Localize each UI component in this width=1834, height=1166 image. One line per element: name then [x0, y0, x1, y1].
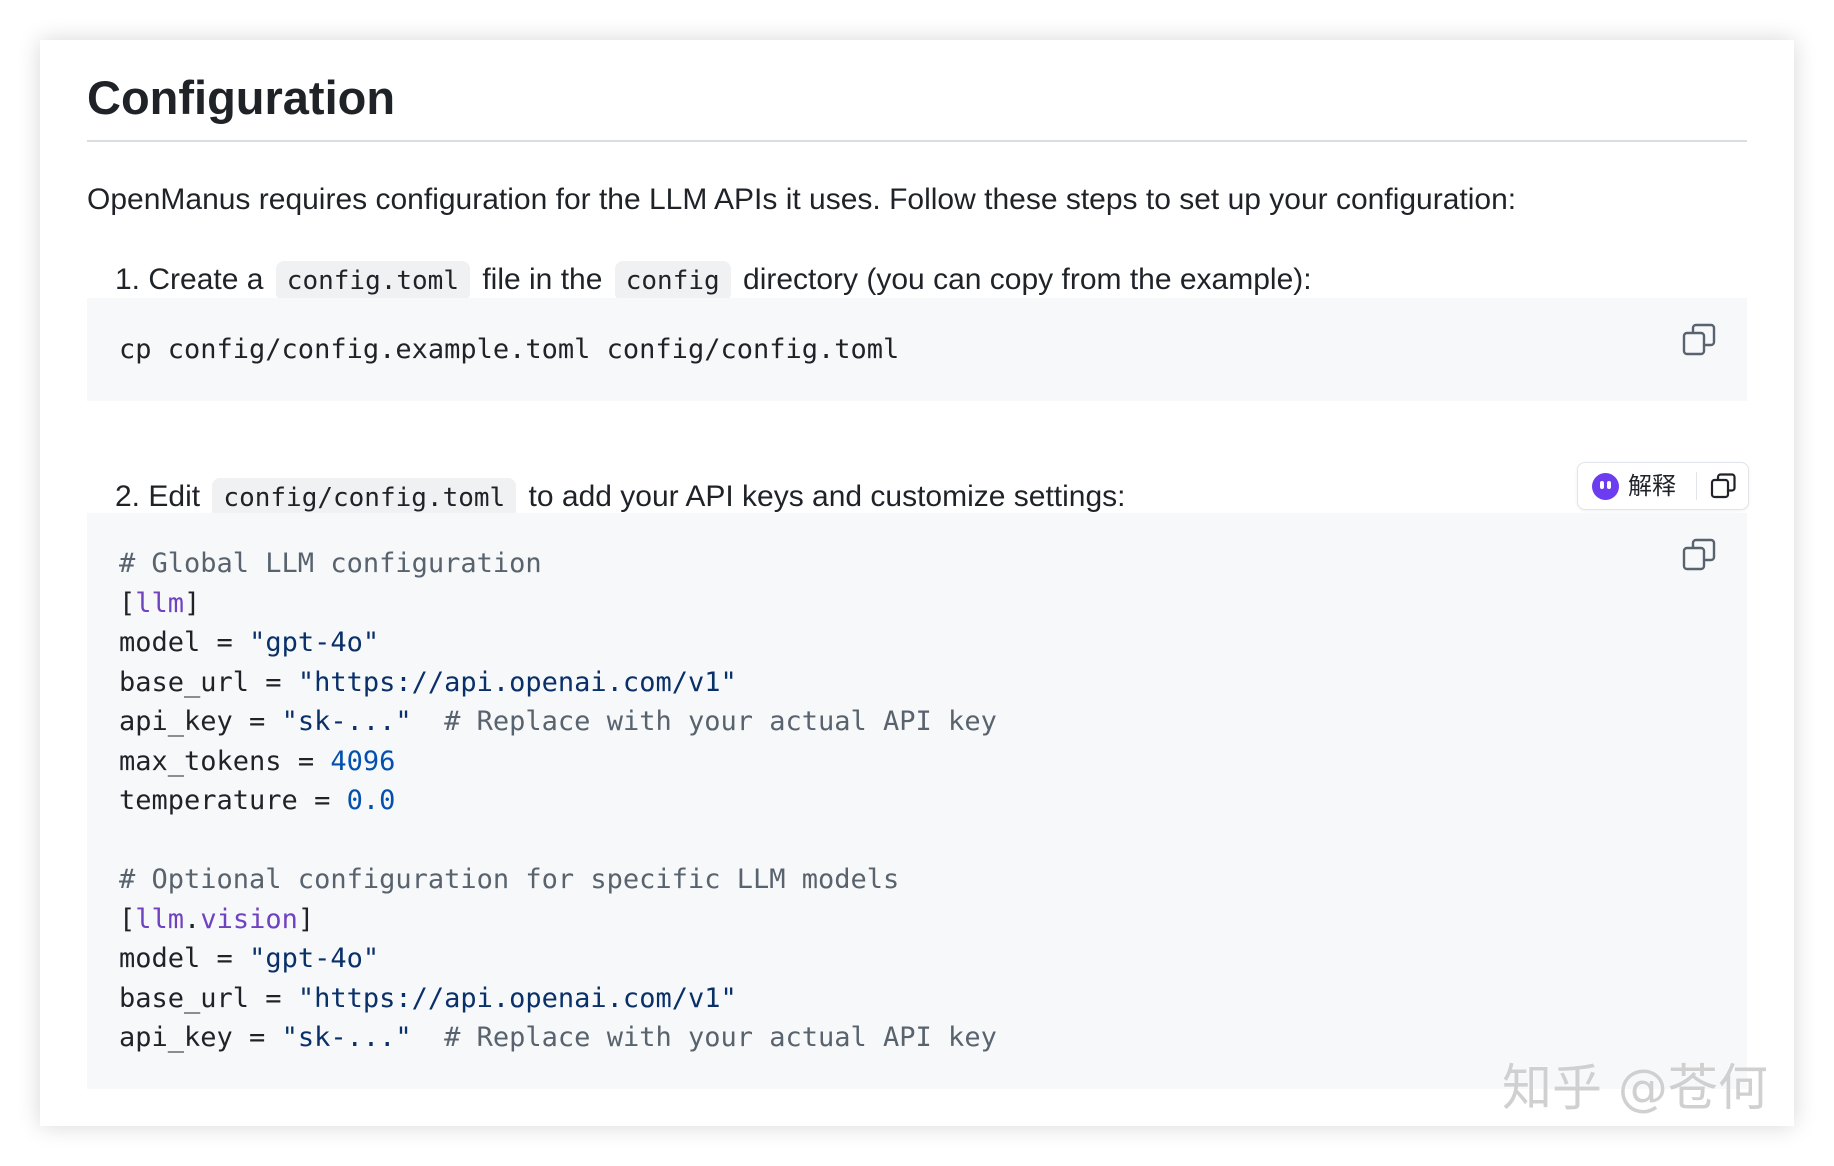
step-1-text-c: directory (you can copy from the example… — [743, 263, 1312, 296]
code-block-config-toml: # Global LLM configuration [llm] model =… — [87, 513, 1747, 1089]
step-2-text-a: Edit — [148, 480, 201, 513]
code-section-name: vision — [200, 903, 298, 935]
code-string: "https://api.openai.com/v1" — [297, 982, 737, 1014]
inline-code-config-path: config/config.toml — [212, 478, 517, 518]
code-key: model — [119, 627, 201, 658]
readme-card: Configuration OpenManus requires configu… — [40, 40, 1794, 1126]
code-string: "gpt-4o" — [249, 943, 380, 974]
code-comment: # Optional configuration for specific LL… — [119, 864, 900, 895]
heading-divider — [87, 140, 1747, 142]
code-section-name: llm — [135, 903, 185, 935]
explain-popup: 解释 — [1577, 462, 1749, 510]
code-line-cp-command: cp config/config.example.toml config/con… — [119, 334, 900, 365]
popup-divider — [1696, 472, 1697, 500]
step-1-text-b: file in the — [482, 263, 603, 296]
code-comment: # Replace with your actual API key — [444, 1022, 997, 1053]
step-2-number: 2. — [115, 480, 141, 513]
code-comment: # Replace with your actual API key — [444, 706, 997, 737]
watermark: 知乎 @苍何 — [1502, 1059, 1768, 1117]
code-string: "https://api.openai.com/v1" — [297, 666, 737, 698]
code-string: "gpt-4o" — [249, 627, 380, 658]
code-key: model — [119, 943, 201, 974]
inline-code-config-toml: config.toml — [275, 261, 470, 301]
copy-icon[interactable] — [1708, 471, 1738, 501]
inline-code-config-dir: config — [614, 261, 731, 301]
code-key: api_key — [119, 1022, 233, 1053]
code-block-copy-command: cp config/config.example.toml config/con… — [87, 298, 1747, 401]
step-1: 1. Create a config.toml file in the conf… — [115, 258, 1312, 303]
code-comment: # Global LLM configuration — [119, 548, 542, 579]
code-content: # Global LLM configuration [llm] model =… — [119, 548, 997, 1053]
copy-icon[interactable] — [1681, 537, 1717, 573]
code-key: base_url — [119, 982, 250, 1014]
code-number: 0.0 — [346, 785, 396, 816]
code-key: base_url — [119, 666, 250, 698]
intro-paragraph: OpenManus requires configuration for the… — [87, 183, 1517, 216]
code-string: "sk-..." — [281, 706, 412, 737]
code-section-name: llm — [135, 587, 185, 619]
code-key: api_key — [119, 706, 233, 737]
step-1-text-a: Create a — [148, 263, 264, 296]
explain-button[interactable]: 解释 — [1628, 472, 1676, 500]
section-heading: Configuration — [87, 71, 396, 124]
copy-icon[interactable] — [1681, 322, 1717, 358]
code-key: temperature — [119, 785, 298, 816]
step-1-number: 1. — [115, 263, 141, 296]
code-key: max_tokens — [119, 745, 282, 777]
assistant-logo-icon — [1592, 473, 1619, 500]
code-string: "sk-..." — [281, 1022, 412, 1053]
code-number: 4096 — [330, 745, 396, 777]
step-2-text-b: to add your API keys and customize setti… — [528, 480, 1126, 513]
